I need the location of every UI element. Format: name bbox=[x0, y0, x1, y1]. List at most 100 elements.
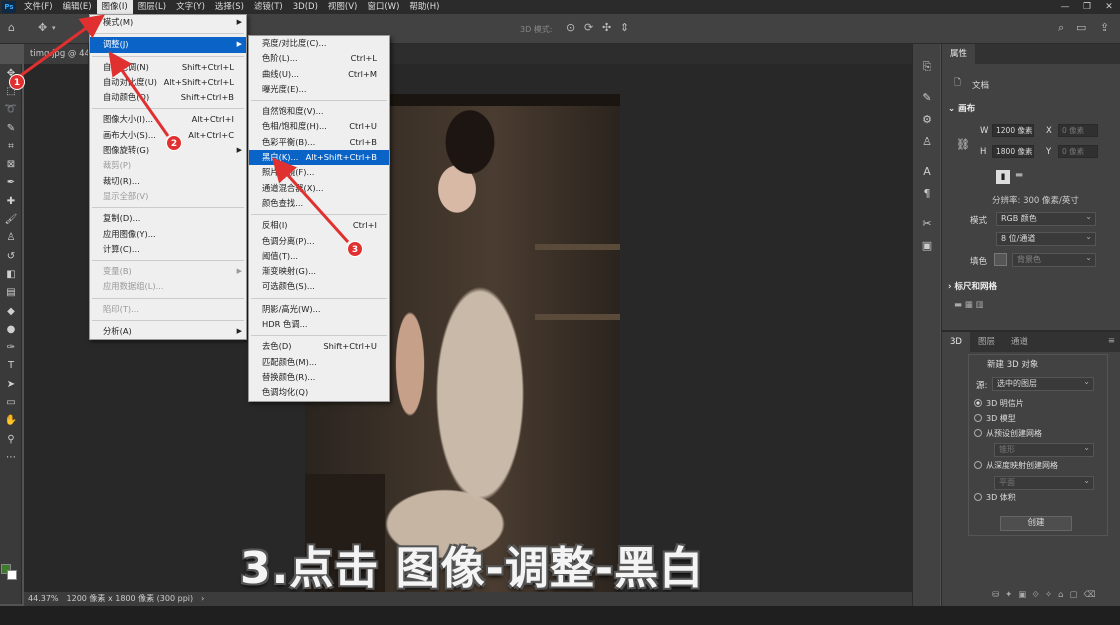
radio-3d-option[interactable]: 3D 明信片 bbox=[974, 398, 1024, 409]
layers-panel-icon[interactable]: ▣ bbox=[913, 234, 941, 256]
menu-item[interactable]: 匹配颜色(M)... bbox=[249, 355, 389, 370]
menu-item[interactable]: 颜色查找... bbox=[249, 196, 389, 211]
menu-item[interactable]: 色相/饱和度(H)... Ctrl+U bbox=[249, 119, 389, 134]
rulers-section-title[interactable]: › 标尺和网格 bbox=[948, 280, 997, 292]
clone-stamp-icon[interactable]: ♙ bbox=[0, 229, 22, 247]
zoom-tool-icon[interactable]: ⚲ bbox=[0, 430, 22, 448]
radio-3d-option[interactable]: 3D 模型 bbox=[974, 413, 1016, 424]
document-size-info[interactable]: 1200 像素 x 1800 像素 (300 ppi) bbox=[67, 592, 194, 606]
dodge-icon[interactable]: ● bbox=[0, 320, 22, 338]
portrait-icon[interactable]: ▮ bbox=[996, 170, 1010, 184]
background-color-swatch[interactable] bbox=[7, 570, 17, 580]
menu-item[interactable]: 帮助(H) bbox=[404, 0, 444, 14]
chevron-right-icon[interactable]: › bbox=[201, 592, 204, 606]
healing-brush-icon[interactable]: ✚ bbox=[0, 192, 22, 210]
menu-item[interactable]: 图像大小(I)... Alt+Ctrl+I bbox=[90, 112, 246, 127]
menu-item[interactable]: 亮度/对比度(C)... bbox=[249, 36, 389, 51]
move-tool-icon[interactable]: ✥ bbox=[38, 21, 47, 34]
zoom-level[interactable]: 44.37% bbox=[28, 592, 59, 606]
width-field[interactable]: 1200 像素 bbox=[992, 124, 1034, 137]
menu-item[interactable]: 色调均化(Q) bbox=[249, 385, 389, 400]
landscape-icon[interactable]: ▬ bbox=[1015, 170, 1023, 180]
fill-swatch[interactable] bbox=[994, 253, 1007, 266]
character-panel-icon[interactable]: A bbox=[913, 160, 941, 182]
lasso-tool-icon[interactable]: ➰ bbox=[0, 101, 22, 119]
ruler-icons[interactable]: ▬ ▦ ▥ bbox=[954, 300, 984, 310]
home-icon[interactable]: ⌂ bbox=[8, 21, 15, 34]
menu-item[interactable]: 模式(M) ▶ bbox=[90, 15, 246, 30]
menu-item[interactable]: 反相(I) Ctrl+I bbox=[249, 218, 389, 233]
menu-item[interactable]: 图像(I) bbox=[96, 0, 133, 14]
menu-item[interactable]: 选择(S) bbox=[210, 0, 249, 14]
menu-item[interactable]: HDR 色调... bbox=[249, 317, 389, 332]
paragraph-panel-icon[interactable]: ¶ bbox=[913, 182, 941, 204]
clone-source-icon[interactable]: ♙ bbox=[913, 130, 941, 152]
hand-tool-icon[interactable]: ✋ bbox=[0, 412, 22, 430]
menu-item[interactable]: 照片滤镜(F)... bbox=[249, 165, 389, 180]
type-tool-icon[interactable]: T bbox=[0, 357, 22, 375]
menu-item[interactable]: 色阶(L)... Ctrl+L bbox=[249, 51, 389, 66]
depth-dropdown[interactable]: 8 位/通道 bbox=[996, 231, 1096, 246]
menu-item[interactable]: 黑白(K)... Alt+Shift+Ctrl+B bbox=[249, 150, 389, 166]
menu-item[interactable]: 窗口(W) bbox=[362, 0, 404, 14]
eraser-icon[interactable]: ◧ bbox=[0, 265, 22, 283]
preset-dropdown[interactable]: 锥形 bbox=[994, 442, 1094, 457]
3d-panel-footer-icons[interactable]: ⛁✦▣⟐✧⌂▢⌫ bbox=[992, 590, 1102, 600]
canvas-section-title[interactable]: ⌄ 画布 bbox=[948, 102, 975, 114]
adjust-panel-icon[interactable]: ⚙ bbox=[913, 108, 941, 130]
rectangle-tool-icon[interactable]: ▭ bbox=[0, 393, 22, 411]
3d-pan-icon[interactable]: ✣ bbox=[602, 21, 611, 34]
more-tools-icon[interactable]: ⋯ bbox=[0, 448, 22, 466]
mode-dropdown[interactable]: RGB 颜色 bbox=[996, 211, 1096, 226]
menu-item[interactable]: 渐变映射(G)... bbox=[249, 264, 389, 279]
3d-roll-icon[interactable]: ⟳ bbox=[584, 21, 593, 34]
tab-3d-panel[interactable]: 3D bbox=[942, 332, 970, 352]
source-dropdown[interactable]: 选中的图层 bbox=[992, 376, 1094, 391]
menu-item[interactable]: 文字(Y) bbox=[171, 0, 210, 14]
height-field[interactable]: 1800 像素 bbox=[992, 145, 1034, 158]
menu-item[interactable]: 3D(D) bbox=[288, 0, 323, 14]
x-field[interactable]: 0 像素 bbox=[1058, 124, 1098, 137]
3d-slide-icon[interactable]: ⇕ bbox=[620, 21, 629, 34]
workspace-icon[interactable]: ▭ bbox=[1076, 21, 1086, 34]
menu-item[interactable]: 调整(J) ▶ bbox=[90, 37, 246, 53]
menu-item[interactable]: 阈值(T)... bbox=[249, 249, 389, 264]
y-field[interactable]: 0 像素 bbox=[1058, 145, 1098, 158]
frame-tool-icon[interactable]: ⊠ bbox=[0, 155, 22, 173]
link-icon[interactable]: ⛓ bbox=[956, 138, 970, 151]
history-brush-icon[interactable]: ↺ bbox=[0, 247, 22, 265]
tab-3d-panel[interactable]: 通道 bbox=[1003, 332, 1036, 352]
menu-item[interactable]: 自然饱和度(V)... bbox=[249, 104, 389, 119]
menu-item[interactable]: 应用图像(Y)... bbox=[90, 227, 246, 242]
brush-panel-icon[interactable]: ✎ bbox=[913, 86, 941, 108]
menu-item[interactable]: 滤镜(T) bbox=[249, 0, 288, 14]
brush-tool-icon[interactable]: 🖌 bbox=[0, 210, 22, 228]
quick-select-icon[interactable]: ✎ bbox=[0, 119, 22, 137]
menu-item[interactable]: 自动对比度(U) Alt+Shift+Ctrl+L bbox=[90, 75, 246, 90]
restore-icon[interactable]: ❐ bbox=[1076, 0, 1098, 14]
tab-properties[interactable]: 属性 bbox=[942, 44, 976, 64]
menu-item[interactable]: 阴影/高光(W)... bbox=[249, 302, 389, 317]
menu-item[interactable]: 编辑(E) bbox=[58, 0, 97, 14]
document-tab[interactable]: timg.jpg @ 44 bbox=[24, 44, 88, 64]
menu-item[interactable]: 自动色调(N) Shift+Ctrl+L bbox=[90, 60, 246, 75]
path-select-icon[interactable]: ➤ bbox=[0, 375, 22, 393]
radio-3d-option[interactable]: 3D 体积 bbox=[974, 492, 1016, 503]
crop-tool-icon[interactable]: ⌗ bbox=[0, 137, 22, 155]
fill-dropdown[interactable]: 背景色 bbox=[1012, 252, 1096, 267]
menu-item[interactable]: 去色(D) Shift+Ctrl+U bbox=[249, 339, 389, 354]
search-icon[interactable]: ⌕ bbox=[1058, 21, 1064, 35]
menu-item[interactable]: 分析(A) ▶ bbox=[90, 324, 246, 339]
chevron-down-icon[interactable]: ▾ bbox=[52, 24, 56, 32]
menu-item[interactable]: 复制(D)... bbox=[90, 211, 246, 226]
radio-3d-option[interactable]: 从预设创建网格 bbox=[974, 428, 1042, 439]
menu-item[interactable]: 文件(F) bbox=[19, 0, 58, 14]
menu-item[interactable]: 替换颜色(R)... bbox=[249, 370, 389, 385]
eyedropper-icon[interactable]: ✒ bbox=[0, 174, 22, 192]
menu-item[interactable]: 裁切(R)... bbox=[90, 174, 246, 189]
gradient-icon[interactable]: ▤ bbox=[0, 284, 22, 302]
share-icon[interactable]: ⇪ bbox=[1100, 21, 1109, 34]
history-panel-icon[interactable]: ⎘ bbox=[913, 56, 941, 78]
menu-item[interactable]: 计算(C)... bbox=[90, 242, 246, 257]
3d-orbit-icon[interactable]: ⊙ bbox=[566, 21, 575, 34]
